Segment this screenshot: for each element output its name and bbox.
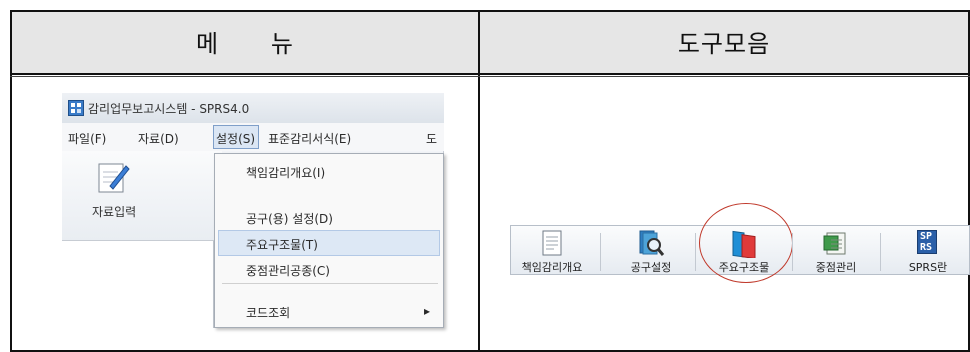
dropdown-item-overview[interactable]: 책임감리개요(I) — [246, 164, 325, 181]
menu-truncated[interactable]: 도 — [426, 130, 437, 147]
ribbon-area — [62, 151, 222, 241]
left-pane — [62, 241, 214, 328]
data-entry-icon — [96, 160, 130, 194]
window-title: 감리업무보고시스템 - SPRS4.0 — [88, 102, 250, 116]
toolbar-separator — [695, 233, 696, 271]
header-divider-double — [10, 76, 970, 77]
document-icon — [541, 230, 563, 256]
toolbar-separator — [880, 233, 881, 271]
list-icon — [822, 230, 848, 256]
submenu-arrow-icon: ▸ — [424, 304, 431, 318]
highlight-circle — [699, 203, 793, 283]
search-document-icon — [637, 229, 665, 257]
toolbar-button-sprs[interactable]: SPRS란 — [892, 259, 964, 275]
toolbar-column-header: 도구모음 — [677, 30, 771, 58]
dropdown-item-key-management[interactable]: 중점관리공종(C) — [246, 262, 330, 279]
dropdown-item-section-setup[interactable]: 공구(용) 설정(D) — [246, 210, 333, 227]
menu-standard-forms[interactable]: 표준감리서식(E) — [268, 130, 351, 147]
dropdown-separator — [222, 283, 438, 284]
sprs-logo-icon: SP RS — [917, 230, 937, 254]
menu-file[interactable]: 파일(F) — [68, 130, 106, 147]
menu-column-header: 메 뉴 — [196, 30, 294, 58]
toolbar-button-overview[interactable]: 책임감리개요 — [514, 259, 590, 275]
dropdown-item-main-structures[interactable]: 주요구조물(T) — [246, 236, 318, 253]
menu-settings[interactable]: 설정(S) — [216, 130, 255, 147]
sprs-logo-text-bottom: RS — [920, 242, 933, 253]
toolbar-separator — [600, 233, 601, 271]
toolbar-separator — [792, 233, 793, 271]
app-logo-icon — [68, 100, 84, 116]
dropdown-item-code-lookup[interactable]: 코드조회 — [246, 304, 290, 321]
column-divider — [478, 10, 480, 352]
sprs-logo-text-top: SP — [920, 231, 933, 242]
header-divider — [10, 73, 970, 75]
data-entry-button[interactable]: 자료입력 — [92, 203, 136, 220]
menu-data[interactable]: 자료(D) — [138, 130, 179, 147]
toolbar-button-section-setup[interactable]: 공구설정 — [608, 259, 694, 275]
toolbar-button-key-management[interactable]: 중점관리 — [800, 259, 872, 275]
